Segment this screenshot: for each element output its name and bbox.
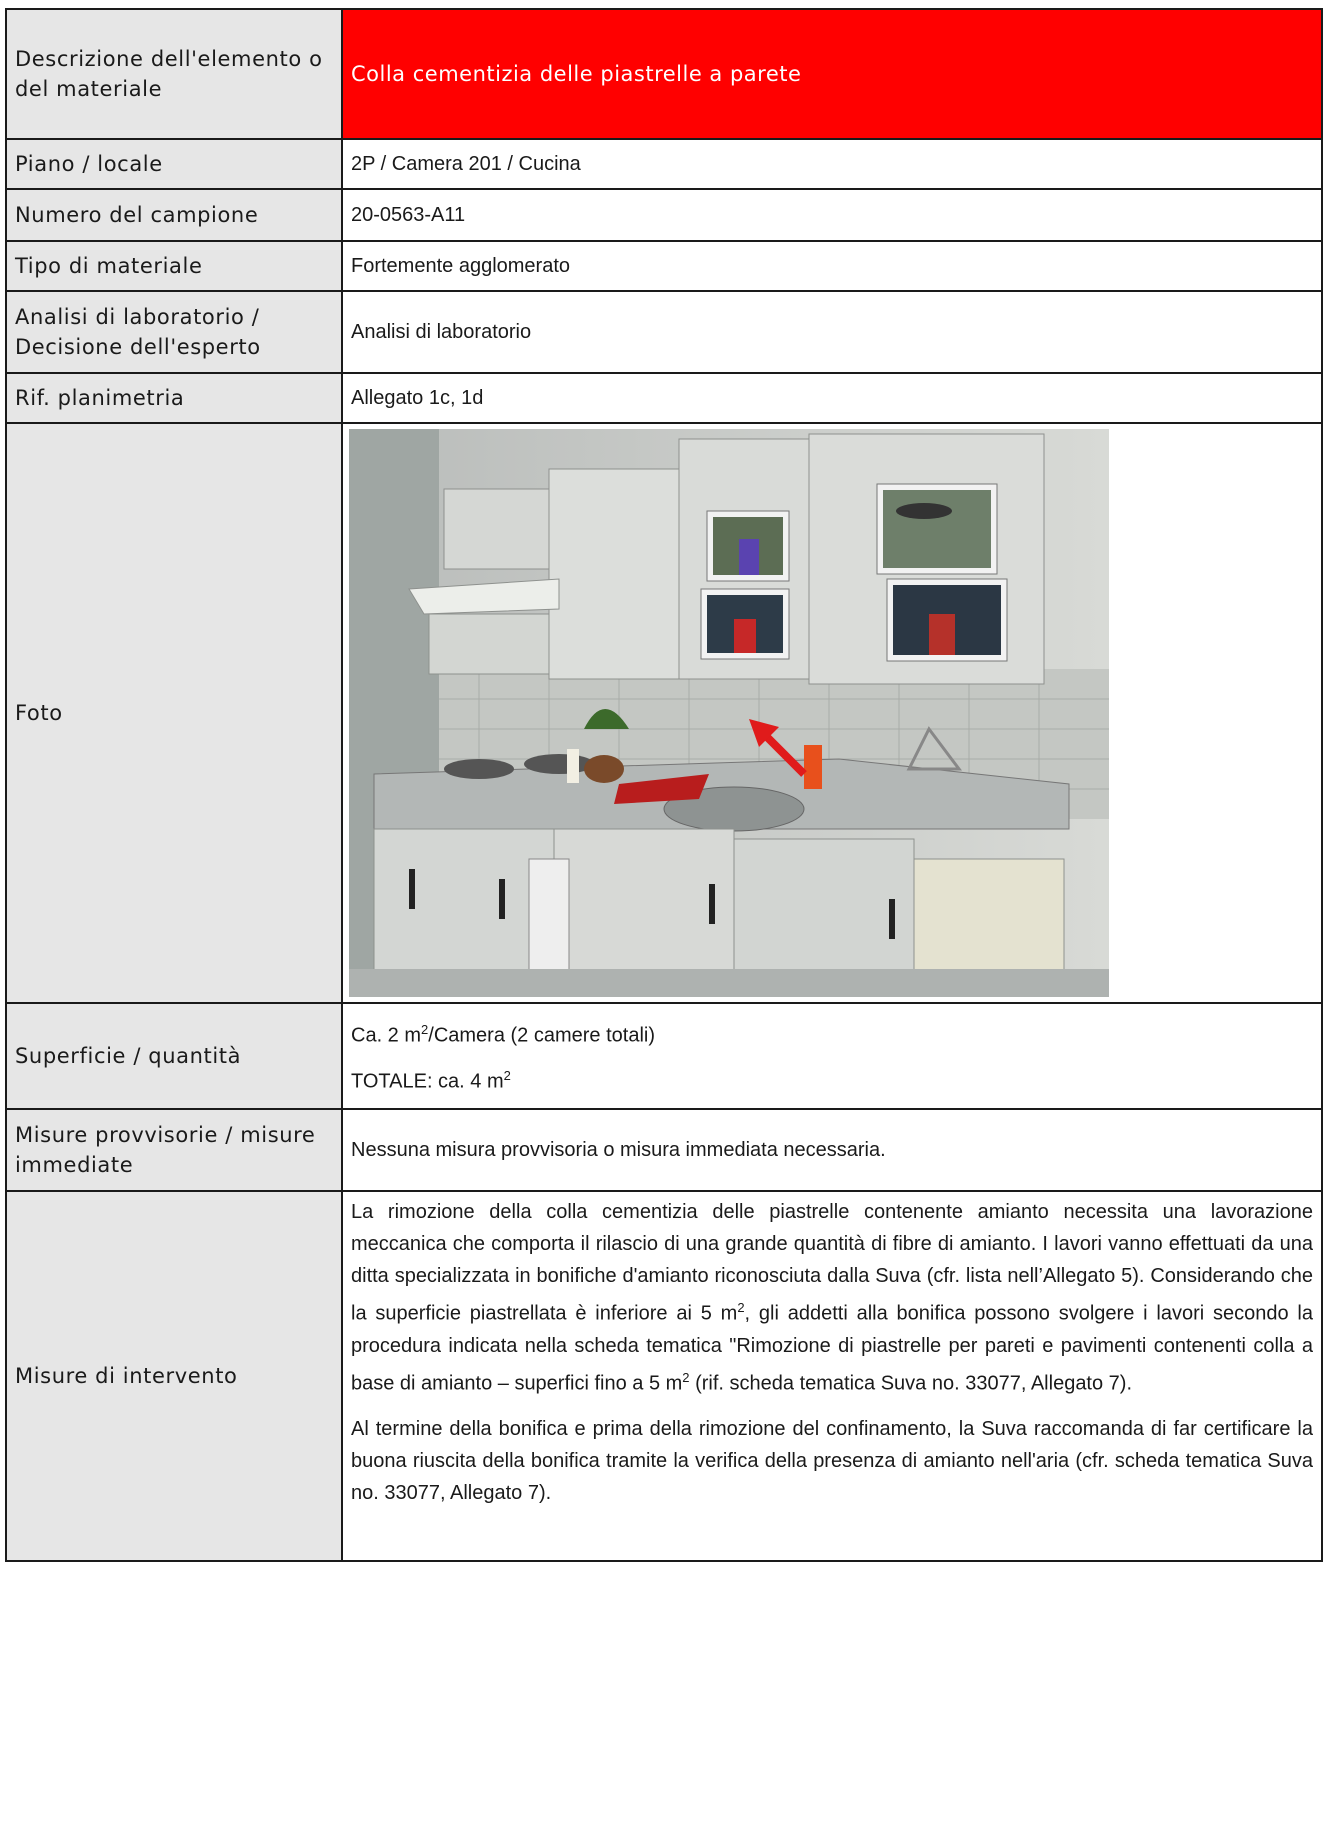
value-tipo: Fortemente agglomerato <box>341 240 1323 292</box>
row-planimetria: Rif. planimetria Allegato 1c, 1d <box>5 372 1323 424</box>
row-campione: Numero del campione 20-0563-A11 <box>5 188 1323 242</box>
value-provvisorie: Nessuna misura provvisoria o misura imme… <box>341 1108 1323 1192</box>
intervento-p1-sup2: 2 <box>682 1369 690 1385</box>
row-superficie: Superficie / quantità Ca. 2 m 2/Camera (2… <box>5 1002 1323 1110</box>
row-provvisorie: Misure provvisorie / misure immediate Ne… <box>5 1108 1323 1192</box>
value-superficie: Ca. 2 m 2/Camera (2 camere totali) TOTALE… <box>341 1002 1323 1110</box>
label-analisi: Analisi di laboratorio / Decisione dell'… <box>5 290 343 374</box>
value-campione: 20-0563-A11 <box>341 188 1323 242</box>
intervento-paragraph-1: La rimozione della colla cementizia dell… <box>351 1196 1313 1399</box>
kitchen-photo <box>349 429 1109 997</box>
superficie-line2-sup: 2 <box>503 1068 511 1083</box>
label-campione: Numero del campione <box>5 188 343 242</box>
label-intervento: Misure di intervento <box>5 1190 343 1562</box>
value-planimetria: Allegato 1c, 1d <box>341 372 1323 424</box>
superficie-line1-c: /Camera (2 camere totali) <box>428 1025 656 1047</box>
label-foto: Foto <box>5 422 343 1004</box>
row-analisi: Analisi di laboratorio / Decisione dell'… <box>5 290 1323 374</box>
label-tipo: Tipo di materiale <box>5 240 343 292</box>
superficie-line2-a: TOTALE: ca. 4 m <box>351 1070 504 1093</box>
value-piano: 2P / Camera 201 / Cucina <box>341 138 1323 190</box>
intervento-p1-c: (rif. scheda tematica Suva no. 33077, Al… <box>689 1372 1133 1395</box>
label-planimetria: Rif. planimetria <box>5 372 343 424</box>
row-foto: Foto <box>5 422 1323 1004</box>
label-descrizione: Descrizione dell'elemento o del material… <box>5 8 343 140</box>
value-analisi: Analisi di laboratorio <box>341 290 1323 374</box>
intervento-paragraph-2: Al termine della bonifica e prima della … <box>351 1418 1313 1505</box>
row-tipo: Tipo di materiale Fortemente agglomerato <box>5 240 1323 292</box>
row-intervento: Misure di intervento La rimozione della … <box>5 1190 1323 1562</box>
intervento-p1-sup1: 2 <box>737 1300 745 1315</box>
label-provvisorie: Misure provvisorie / misure immediate <box>5 1108 343 1192</box>
row-descrizione: Descrizione dell'elemento o del material… <box>5 8 1323 140</box>
value-descrizione: Colla cementizia delle piastrelle a pare… <box>341 8 1323 140</box>
label-superficie: Superficie / quantità <box>5 1002 343 1110</box>
label-piano: Piano / locale <box>5 138 343 190</box>
row-piano: Piano / locale 2P / Camera 201 / Cucina <box>5 138 1323 190</box>
material-sheet: Descrizione dell'elemento o del material… <box>5 8 1323 1562</box>
value-intervento: La rimozione della colla cementizia dell… <box>341 1190 1323 1562</box>
superficie-line1-a: Ca. 2 m <box>351 1025 422 1047</box>
photo-cell <box>341 422 1323 1004</box>
